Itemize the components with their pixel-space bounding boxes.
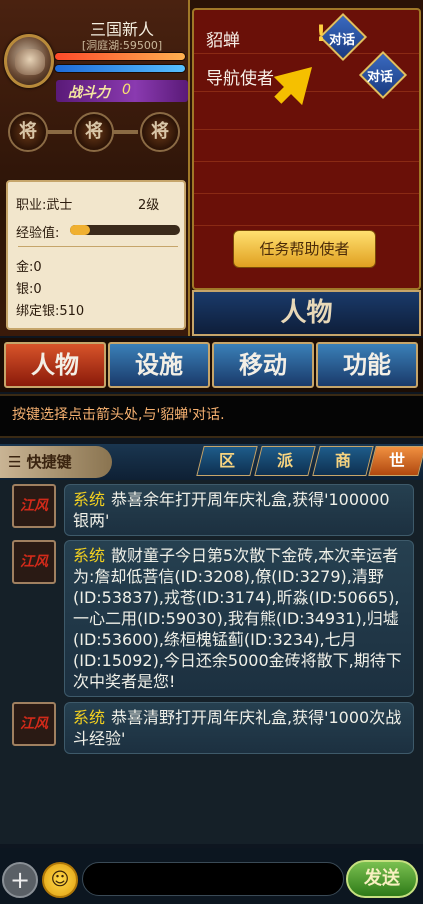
sender-avatar-icon: 江风 xyxy=(12,702,56,746)
silver-label: 银:0 xyxy=(16,282,42,297)
info-divider xyxy=(18,246,178,247)
chat-tab-label: 区 xyxy=(218,451,235,470)
player-server: [洞庭湖:59500] xyxy=(81,39,163,52)
npc-row-empty xyxy=(194,98,419,130)
gold-label: 金:0 xyxy=(16,260,42,275)
chat-bubble: 系统 散财童子今日第5次散下金砖,本次幸运者为:詹却低菩信(ID:3208),僚(… xyxy=(64,540,414,697)
npc-row-empty xyxy=(194,162,419,194)
combat-power: 战斗力 0 xyxy=(56,80,188,102)
badge-connector xyxy=(46,130,72,134)
message-input[interactable] xyxy=(82,862,344,896)
message-source: 系统 xyxy=(73,490,106,509)
badge-connector xyxy=(112,130,138,134)
chat-tab-world[interactable]: 世 xyxy=(368,446,423,476)
level-label: 2级 xyxy=(138,198,160,213)
avatar[interactable] xyxy=(4,34,54,88)
npc-row-empty xyxy=(194,130,419,162)
quick-keys-button[interactable]: ☰ 快捷键 xyxy=(0,446,112,478)
talk-label: 对话 xyxy=(367,70,394,85)
message-text: 散财童子今日第5次散下金砖,本次幸运者为:詹却低菩信(ID:3208),僚(ID… xyxy=(73,546,402,691)
chat-tab-label: 商 xyxy=(334,451,351,470)
npc-name: 导航使者 xyxy=(206,69,274,89)
tab-functions[interactable]: 功能 xyxy=(316,342,418,388)
quest-exclamation-icon: ! xyxy=(316,22,327,47)
hp-bar xyxy=(54,52,186,61)
general-badge[interactable]: 将 xyxy=(8,112,48,152)
message-source: 系统 xyxy=(73,546,106,565)
hint-text: 按键选择点击箭头处,与'貂蝉'对话. xyxy=(0,394,423,438)
task-help-button[interactable]: 任务帮助使者 xyxy=(233,230,376,268)
message-source: 系统 xyxy=(73,708,106,727)
tab-move[interactable]: 移动 xyxy=(212,342,314,388)
general-badge[interactable]: 将 xyxy=(140,112,180,152)
chat-bubble: 系统 恭喜清野打开周年庆礼盒,获得'1000次战斗经验' xyxy=(64,702,414,754)
power-value: 0 xyxy=(122,82,131,98)
menu-icon: ☰ xyxy=(8,453,27,471)
quick-keys-label: 快捷键 xyxy=(26,453,72,471)
chat-bubble: 系统 恭喜余年打开周年庆礼盒,获得'100000银两' xyxy=(64,484,414,536)
main-tabs: 人物 设施 移动 功能 xyxy=(0,338,423,392)
message-text: 恭喜余年打开周年庆礼盒,获得'100000银两' xyxy=(73,490,390,530)
chat-tab-faction[interactable]: 派 xyxy=(254,446,316,476)
send-button[interactable]: 发送 xyxy=(346,860,418,898)
chat-tab-trade[interactable]: 商 xyxy=(312,446,374,476)
power-label: 战斗力 xyxy=(68,85,110,101)
bound-silver-label: 绑定银:510 xyxy=(16,304,85,319)
plus-icon[interactable]: + xyxy=(2,862,38,898)
sender-avatar-icon: 江风 xyxy=(12,540,56,584)
emoji-icon[interactable]: ☺ xyxy=(42,862,78,898)
exp-bar-fill xyxy=(70,225,90,235)
tab-character[interactable]: 人物 xyxy=(4,342,106,388)
tab-facilities[interactable]: 设施 xyxy=(108,342,210,388)
npc-name: 貂蝉 xyxy=(206,31,240,51)
npc-row-diaochan[interactable]: 貂蝉 xyxy=(194,22,419,54)
exp-bar xyxy=(70,225,180,235)
chat-tab-region[interactable]: 区 xyxy=(196,446,258,476)
sender-avatar-icon: 江风 xyxy=(12,484,56,528)
talk-label: 对话 xyxy=(329,33,356,48)
chat-tab-label: 世 xyxy=(388,451,405,470)
character-banner: 人物 xyxy=(192,290,421,336)
job-label: 职业:武士 xyxy=(16,198,73,213)
general-badges: 将 将 将 xyxy=(6,112,186,156)
mp-bar xyxy=(54,64,186,73)
player-info-box: 职业:武士 2级 经验值: 金:0 银:0 绑定银:510 xyxy=(6,180,186,330)
exp-label: 经验值: xyxy=(16,226,60,241)
message-text: 恭喜清野打开周年庆礼盒,获得'1000次战斗经验' xyxy=(73,708,402,748)
chat-list[interactable]: 江风 系统 恭喜余年打开周年庆礼盒,获得'100000银两' 江风 系统 散财童子今… xyxy=(0,480,423,844)
general-badge[interactable]: 将 xyxy=(74,112,114,152)
chat-tab-label: 派 xyxy=(276,451,293,470)
npc-row-empty xyxy=(194,194,419,226)
